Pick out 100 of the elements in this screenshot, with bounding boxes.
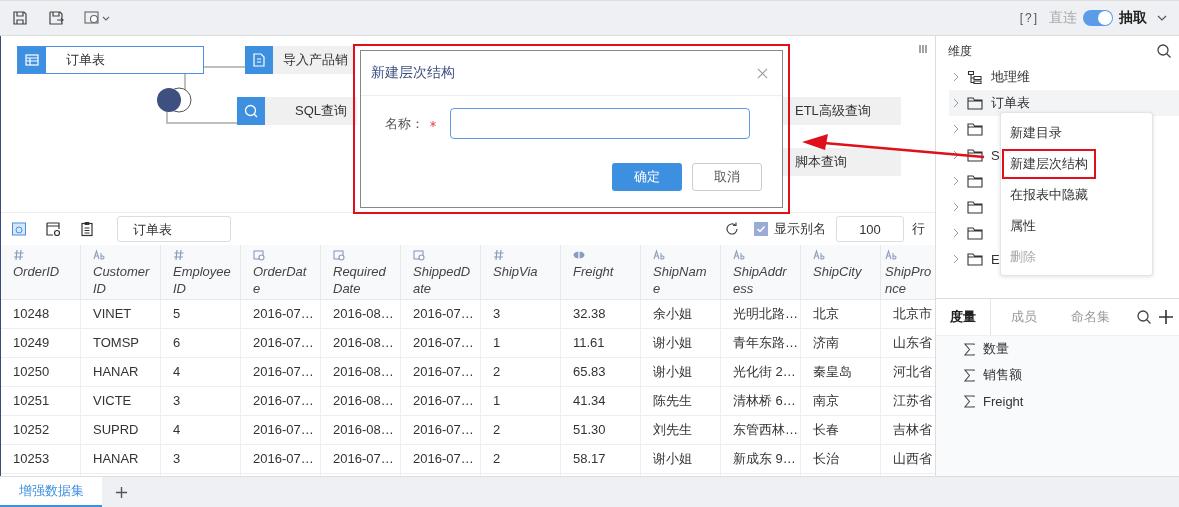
table-cell: 1 — [481, 329, 561, 357]
table-cell: 10248 — [1, 300, 81, 328]
search-icon — [237, 97, 265, 125]
column-header[interactable]: ShipCity — [813, 263, 862, 280]
document-icon — [245, 46, 273, 74]
table-cell: 东管西林… — [721, 416, 801, 444]
column-header[interactable]: OrderDat e — [253, 263, 307, 297]
tree-label[interactable]: E — [991, 251, 1000, 267]
chevron-icon[interactable] — [953, 202, 959, 212]
column-header[interactable]: ShipAddr ess — [733, 263, 787, 297]
chevron-icon[interactable] — [953, 176, 959, 186]
chevron-icon[interactable] — [953, 228, 959, 238]
table-cell: 光化街 2… — [721, 358, 801, 386]
settings-icon[interactable] — [84, 10, 110, 26]
table-cell: 65.83 — [561, 358, 641, 386]
column-header[interactable]: ShippedD ate — [413, 263, 471, 297]
save-icon[interactable] — [12, 10, 28, 26]
column-header[interactable]: ShipNam e — [653, 263, 707, 297]
save-as-icon[interactable] — [48, 10, 64, 26]
text-type-icon — [733, 249, 745, 261]
table-cell: 10250 — [1, 358, 81, 386]
table-settings-icon[interactable] — [45, 221, 61, 237]
dataset-tab[interactable]: 增强数据集 — [0, 477, 102, 507]
table-cell: 4 — [161, 416, 241, 444]
table-cell: 4 — [161, 358, 241, 386]
table-cell: 3 — [481, 300, 561, 328]
sigma-icon — [964, 394, 975, 408]
row-unit-label: 行 — [912, 220, 925, 238]
panel-tab[interactable]: 度量 — [936, 299, 991, 335]
table-cell: 10253 — [1, 445, 81, 473]
date-type-icon — [253, 249, 265, 261]
name-input-field[interactable] — [450, 108, 750, 139]
table-cell: 2016-08… — [321, 329, 401, 357]
table-cell: 10252 — [1, 416, 81, 444]
tree-label[interactable]: 订单表 — [991, 94, 1030, 112]
table-cell: 2016-07… — [401, 416, 481, 444]
chevron-icon[interactable] — [953, 150, 959, 160]
measure-label[interactable]: 数量 — [983, 340, 1009, 358]
measure-label[interactable]: Freight — [983, 393, 1024, 409]
menu-item[interactable]: 属性 — [1002, 210, 1044, 241]
checkmark-icon — [755, 223, 767, 235]
close-icon[interactable] — [757, 67, 768, 79]
search-icon[interactable] — [1156, 43, 1172, 59]
preview-icon[interactable] — [11, 221, 27, 237]
table-cell: 11.61 — [561, 329, 641, 357]
caret-icon[interactable] — [1157, 15, 1167, 21]
mode-label: 直连 — [1049, 9, 1077, 27]
chevron-icon[interactable] — [953, 98, 959, 108]
cancel-button[interactable]: 取消 — [692, 163, 762, 191]
alias-checkbox[interactable] — [754, 222, 768, 236]
table-cell: 2 — [481, 416, 561, 444]
measure-label[interactable]: 销售额 — [983, 366, 1022, 384]
table-cell: 光明北路… — [721, 300, 801, 328]
columns-icon[interactable] — [919, 44, 927, 54]
column-header[interactable]: ShipPro nce — [885, 263, 932, 297]
column-header[interactable]: Employee ID — [173, 263, 231, 297]
sigma-icon — [964, 368, 975, 382]
table-cell: 南京 — [801, 387, 881, 415]
table-cell: VICTE — [81, 387, 161, 415]
help-link[interactable]: [?] — [1019, 11, 1039, 25]
chevron-icon[interactable] — [953, 124, 959, 134]
table-cell: 2016-07… — [241, 329, 321, 357]
table-cell: 2016-08… — [321, 387, 401, 415]
column-header[interactable]: Customer ID — [93, 263, 150, 297]
row-limit-field[interactable]: 100 — [836, 216, 904, 242]
table-cell: 3 — [161, 387, 241, 415]
table-cell: 陈先生 — [641, 387, 721, 415]
refresh-icon[interactable] — [724, 221, 740, 237]
chevron-icon[interactable] — [953, 254, 959, 264]
table-cell: 2016-08… — [321, 358, 401, 386]
tree-label[interactable]: 地理维 — [991, 68, 1030, 86]
chevron-icon[interactable] — [953, 72, 959, 82]
menu-item[interactable]: 在报表中隐藏 — [1002, 179, 1096, 210]
clipboard-icon[interactable] — [79, 221, 95, 237]
table-cell: 2016-08… — [321, 300, 401, 328]
table-cell: 2016-07… — [241, 358, 321, 386]
tree-label[interactable]: S — [991, 147, 1000, 163]
add-icon[interactable] — [1158, 309, 1174, 325]
diagram-node[interactable]: 订单表 — [17, 46, 204, 74]
add-icon[interactable] — [115, 485, 128, 499]
table-cell: TOMSP — [81, 329, 161, 357]
diagram-node[interactable]: 导入产品销 — [245, 46, 355, 74]
column-header[interactable]: Freight — [573, 263, 614, 280]
column-header[interactable]: ShipVia — [493, 263, 538, 280]
folder-icon — [967, 96, 983, 110]
column-header[interactable]: Required Date — [333, 263, 386, 297]
table-cell: 谢小姐 — [641, 329, 721, 357]
table-cell: 41.34 — [561, 387, 641, 415]
column-header[interactable]: OrderID — [13, 263, 60, 280]
table-name-field[interactable]: 订单表 — [117, 216, 231, 242]
table-cell: 5 — [161, 300, 241, 328]
mode-toggle[interactable] — [1083, 10, 1113, 26]
folder-icon — [967, 148, 983, 162]
diagram-node[interactable]: SQL查询 — [237, 97, 357, 125]
hierarchy-icon — [967, 70, 983, 84]
menu-item[interactable]: 新建目录 — [1002, 117, 1070, 148]
table-cell: 2016-07… — [241, 445, 321, 473]
table-cell: 余小姐 — [641, 300, 721, 328]
search-icon[interactable] — [1136, 309, 1152, 325]
menu-item[interactable]: 新建层次结构 — [1002, 148, 1096, 179]
